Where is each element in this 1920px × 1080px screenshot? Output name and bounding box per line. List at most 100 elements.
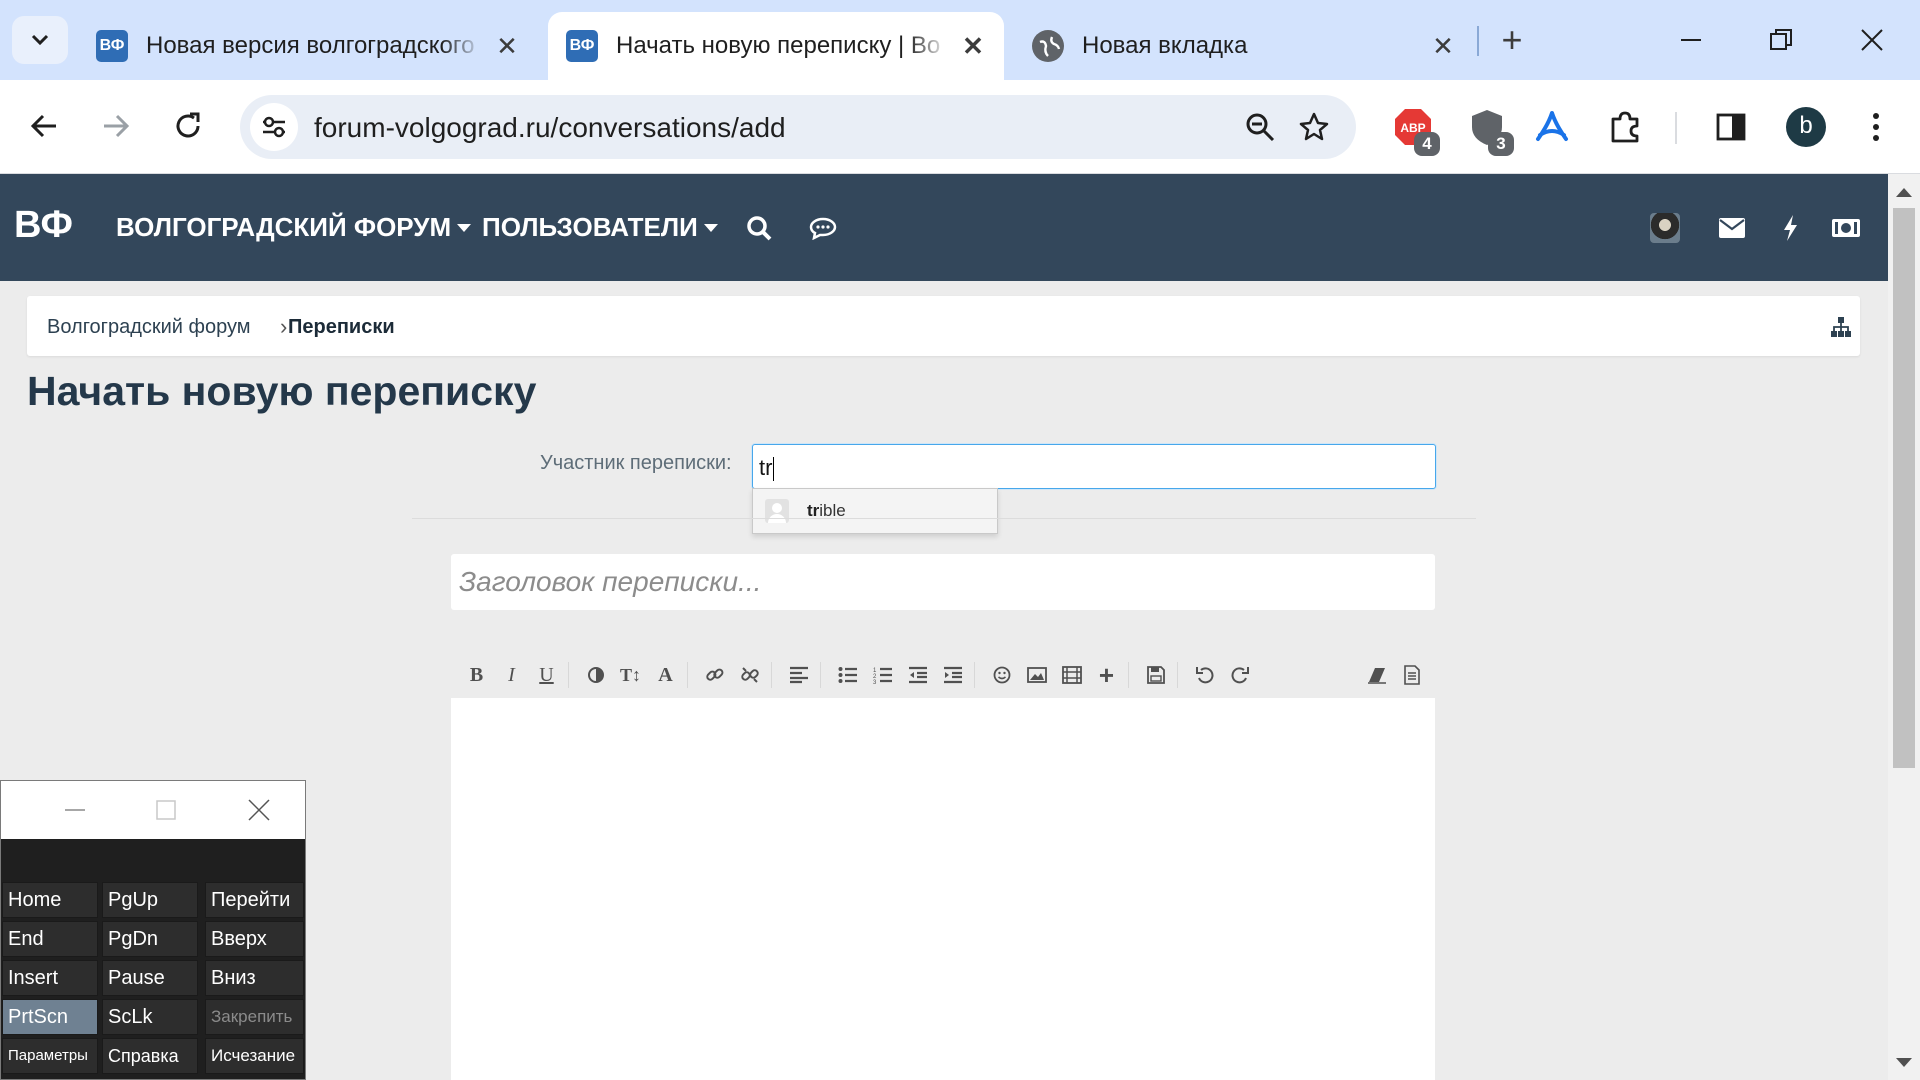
osk-key-home[interactable]: Home [2, 882, 98, 918]
close-tab-icon[interactable]: ✕ [960, 33, 986, 59]
bold-icon[interactable]: B [459, 658, 494, 692]
forum-favicon-icon: ВФ [566, 30, 598, 62]
breadcrumb: Волгоградский форум › Переписки [27, 296, 1860, 356]
bookmark-button[interactable] [1294, 107, 1334, 147]
nav-forum-menu[interactable]: ВОЛГОГРАДСКИЙ ФОРУМ [116, 212, 472, 243]
close-window-button[interactable] [1842, 16, 1902, 64]
forward-button[interactable] [92, 102, 140, 150]
svg-text:3: 3 [873, 680, 877, 684]
osk-key-pgdn[interactable]: PgDn [102, 921, 198, 957]
osk-maximize-button[interactable] [151, 795, 181, 825]
osk-key-insert[interactable]: Insert [2, 960, 98, 996]
osk-key-end[interactable]: End [2, 921, 98, 957]
user-avatar-button[interactable] [1647, 210, 1683, 246]
recipient-input[interactable]: tr [752, 444, 1436, 489]
osk-key-pgup[interactable]: PgUp [102, 882, 198, 918]
site-info-button[interactable] [250, 103, 298, 151]
alerts-button[interactable] [1772, 210, 1808, 246]
outdent-icon[interactable] [900, 658, 935, 692]
profile-avatar[interactable]: b [1786, 107, 1826, 147]
arrow-right-icon [104, 114, 130, 138]
breadcrumb-current[interactable]: Переписки [288, 316, 395, 339]
close-tab-icon[interactable]: ✕ [1430, 33, 1456, 59]
new-tab-button[interactable]: + [1490, 18, 1534, 62]
media-icon[interactable] [1054, 658, 1089, 692]
align-left-icon[interactable] [781, 658, 816, 692]
payments-button[interactable] [1828, 210, 1864, 246]
message-editor[interactable] [451, 698, 1435, 1080]
autocomplete-suggestion[interactable]: tr ible [753, 489, 997, 533]
url-text[interactable]: forum-volgograd.ru/conversations/add [314, 112, 786, 144]
toolbar-divider [771, 662, 781, 688]
osk-key-goto[interactable]: Перейти [205, 882, 304, 918]
italic-icon[interactable]: I [494, 658, 529, 692]
osk-key-prtscn[interactable]: PrtScn [2, 999, 98, 1035]
conversation-title-input[interactable]: Заголовок переписки... [451, 554, 1435, 610]
breadcrumb-home-link[interactable]: Волгоградский форум [47, 316, 251, 339]
chat-icon [809, 217, 837, 240]
zoom-button[interactable] [1240, 107, 1280, 147]
side-panel-button[interactable] [1706, 102, 1756, 152]
tab-title: Начать новую переписку | Во [616, 32, 941, 59]
acrobat-extension[interactable] [1527, 102, 1577, 152]
address-bar[interactable]: forum-volgograd.ru/conversations/add [240, 95, 1356, 159]
shield-badge: 3 [1488, 132, 1514, 156]
osk-key-help[interactable]: Справка [102, 1038, 198, 1074]
osk-key-fade[interactable]: Исчезание [205, 1038, 304, 1074]
save-draft-icon[interactable] [1138, 658, 1173, 692]
osk-key-dock[interactable]: Закрепить [205, 999, 304, 1035]
osk-key-up[interactable]: Вверх [205, 921, 304, 957]
scroll-up-icon[interactable] [1896, 188, 1912, 197]
shield-extension[interactable]: 3 [1462, 102, 1514, 156]
tab-search-button[interactable] [12, 16, 68, 64]
forum-search-button[interactable] [741, 210, 777, 246]
minimize-icon [1681, 39, 1701, 41]
tab-new-conversation[interactable]: ВФ Начать новую переписку | Во ✕ [548, 12, 1004, 80]
chat-button[interactable] [805, 210, 841, 246]
unlink-icon[interactable] [732, 658, 767, 692]
toggle-bbcode-icon[interactable] [1394, 658, 1429, 692]
tab-new-tab[interactable]: Новая вкладка ✕ [1014, 12, 1474, 80]
font-family-icon[interactable]: A [648, 658, 683, 692]
nav-users-menu[interactable]: ПОЛЬЗОВАТЕЛИ [482, 212, 718, 243]
undo-icon[interactable] [1187, 658, 1222, 692]
close-tab-icon[interactable]: ✕ [494, 33, 520, 59]
back-button[interactable] [20, 102, 68, 150]
close-icon [1861, 29, 1883, 51]
numbered-list-icon[interactable]: 123 [865, 658, 900, 692]
link-icon[interactable] [697, 658, 732, 692]
forum-logo[interactable]: ВФ [14, 204, 73, 247]
smiley-icon[interactable] [984, 658, 1019, 692]
inbox-button[interactable] [1714, 210, 1750, 246]
reload-button[interactable] [164, 102, 212, 150]
reload-icon [176, 112, 200, 138]
sitemap-icon[interactable] [1830, 316, 1852, 338]
browser-menu-button[interactable] [1851, 102, 1901, 152]
page-scrollbar[interactable] [1888, 174, 1920, 1080]
restore-button[interactable] [1751, 16, 1811, 64]
bullet-list-icon[interactable] [830, 658, 865, 692]
insert-plus-icon[interactable]: + [1089, 658, 1124, 692]
scrollbar-thumb[interactable] [1893, 208, 1915, 768]
extensions-button[interactable] [1600, 102, 1650, 152]
osk-key-down[interactable]: Вниз [205, 960, 304, 996]
font-size-icon[interactable]: T↕ [613, 658, 648, 692]
osk-key-options[interactable]: Параметры [2, 1038, 98, 1074]
indent-icon[interactable] [935, 658, 970, 692]
image-icon[interactable] [1019, 658, 1054, 692]
scroll-down-icon[interactable] [1896, 1058, 1912, 1067]
adblock-extension[interactable]: ABP 4 [1388, 102, 1440, 156]
underline-icon[interactable]: U [529, 658, 564, 692]
osk-key-pause[interactable]: Pause [102, 960, 198, 996]
osk-key-sclk[interactable]: ScLk [102, 999, 198, 1035]
osk-minimize-button[interactable] [60, 795, 90, 825]
minimize-button[interactable] [1661, 16, 1721, 64]
redo-icon[interactable] [1222, 658, 1257, 692]
tab-forum-news[interactable]: ВФ Новая версия волгоградского ✕ [78, 12, 538, 80]
browser-toolbar: forum-volgograd.ru/conversations/add ABP… [0, 80, 1920, 174]
osk-close-button[interactable] [244, 795, 274, 825]
avatar [1650, 213, 1680, 243]
remove-format-icon[interactable] [1359, 658, 1394, 692]
minimize-icon [65, 809, 85, 811]
text-color-icon[interactable] [578, 658, 613, 692]
